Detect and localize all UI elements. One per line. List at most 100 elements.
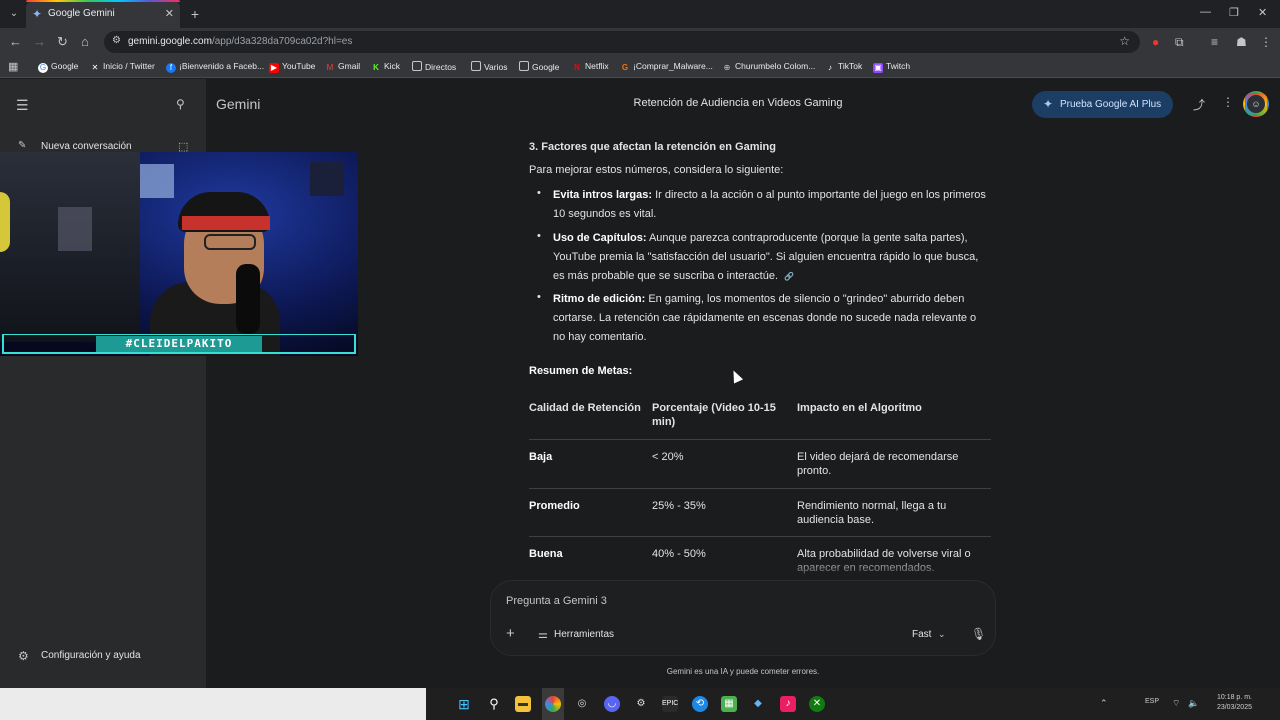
forward-icon[interactable]: → <box>33 34 46 50</box>
new-chat-button[interactable]: Nueva conversación <box>41 141 132 152</box>
bookmark-malware[interactable]: G ¡Comprar_Malware... <box>620 61 713 73</box>
glasses <box>204 234 256 250</box>
bookmark-twitch[interactable]: ▣ Twitch <box>873 61 910 73</box>
clock[interactable]: 10:18 p. m. 23/03/2025 <box>1206 693 1252 713</box>
clock-time: 10:18 p. m. <box>1216 694 1252 701</box>
new-tab-button[interactable]: + <box>186 5 204 23</box>
minecraft-icon[interactable]: ▦ <box>721 696 737 712</box>
table-divider <box>529 439 991 440</box>
tray-chevron-icon[interactable]: ⌃ <box>1100 698 1108 709</box>
share-icon[interactable]: ⤴ <box>1193 96 1205 113</box>
table-cell: El video dejará de recomendarse pronto. <box>797 451 959 477</box>
conversation-title[interactable]: Retención de Audiencia en Videos Gaming <box>548 97 928 109</box>
tab-close-icon[interactable]: ✕ <box>165 6 174 22</box>
home-icon[interactable]: ⌂ <box>81 34 89 50</box>
tools-icon[interactable]: ⚌ <box>538 628 548 641</box>
chevron-down-icon[interactable]: ⌄ <box>938 629 946 640</box>
file-explorer-icon[interactable]: ▬ <box>515 696 531 712</box>
extension-red-icon[interactable]: ● <box>1152 34 1159 50</box>
cam-poster <box>140 164 174 198</box>
menu-icon[interactable]: ☰ <box>16 97 29 114</box>
browser-menu-icon[interactable]: ⋮ <box>1260 34 1272 50</box>
table-cell: Baja <box>529 451 553 463</box>
gemini-brand[interactable]: Gemini <box>216 96 260 112</box>
search-icon[interactable]: ⚲ <box>176 97 185 111</box>
bookmark-varios[interactable]: Varios <box>471 61 507 72</box>
microphone <box>236 264 260 334</box>
webcam-overlay: #CLEIDELPAKITO <box>0 152 358 356</box>
back-icon[interactable]: ← <box>9 34 22 50</box>
apps-grid-icon[interactable]: ▦ <box>8 60 18 73</box>
bookmark-star-icon[interactable]: ☆ <box>1119 34 1130 48</box>
minimize-icon[interactable]: — <box>1200 6 1211 18</box>
source-link-icon[interactable]: 🔗 <box>784 267 794 286</box>
tools-button[interactable]: Herramientas <box>554 629 614 640</box>
add-files-icon[interactable]: + <box>506 626 515 642</box>
table-cell: < 20% <box>652 451 684 463</box>
bookmark-google[interactable]: G Google <box>38 61 78 73</box>
media-control-icon[interactable]: ≡ <box>1211 34 1218 50</box>
settings-gear-icon[interactable]: ⚙ <box>18 649 29 663</box>
table-divider <box>529 536 991 537</box>
bookmark-label: Varios <box>484 62 508 72</box>
epic-games-icon[interactable]: EPIC <box>662 696 678 712</box>
settings-help-button[interactable]: Configuración y ayuda <box>41 650 141 661</box>
avatar-image: ☺ <box>1247 95 1265 113</box>
app-diamond-icon[interactable]: ◆ <box>750 696 766 712</box>
taskbar-search-icon[interactable]: ⚲ <box>486 696 502 712</box>
bookmark-youtube[interactable]: ▶ YouTube <box>269 61 315 73</box>
bullet-item: Uso de Capítulos: Aunque parezca contrap… <box>553 229 991 286</box>
more-options-icon[interactable]: ⋮ <box>1222 95 1234 109</box>
bookmark-kick[interactable]: K Kick <box>371 61 400 73</box>
browser-tab[interactable]: ✦ Google Gemini ✕ <box>26 0 180 28</box>
extensions-puzzle-icon[interactable]: ⧉ <box>1175 34 1184 50</box>
volume-icon[interactable]: 🔈 <box>1188 698 1199 709</box>
address-bar[interactable]: ⚙ gemini.google.com/app/d3a328da709ca02d… <box>104 31 1140 53</box>
bookmark-gmail[interactable]: M Gmail <box>325 61 361 73</box>
folder-icon <box>471 61 481 71</box>
bookmark-churumbelo[interactable]: ⊕ Churumbelo Colom... <box>722 61 816 73</box>
table-cell: Rendimiento normal, llega a tu audiencia… <box>797 500 947 526</box>
new-chat-icon[interactable]: ✎ <box>18 140 26 151</box>
app-pink-icon[interactable]: ♪ <box>780 696 796 712</box>
chrome-icon[interactable] <box>545 696 561 712</box>
bookmark-label: TikTok <box>838 61 863 71</box>
steam-icon[interactable]: ⚙ <box>633 696 649 712</box>
gmail-icon: M <box>326 63 334 72</box>
upgrade-button[interactable]: ✦ Prueba Google AI Plus <box>1032 91 1173 118</box>
bookmark-facebook[interactable]: f ¡Bienvenido a Faceb... <box>166 61 264 73</box>
window-close-icon[interactable]: ✕ <box>1258 6 1267 19</box>
windows-start-icon[interactable]: ⊞ <box>456 696 472 712</box>
xbox-icon[interactable]: ✕ <box>809 696 825 712</box>
bookmark-tiktok[interactable]: ♪ TikTok <box>825 61 862 73</box>
section-title: 3. Factores que afectan la retención en … <box>529 141 776 153</box>
maximize-icon[interactable]: ❐ <box>1229 6 1239 19</box>
url-path: /app/d3a328da709ca02d?hl=es <box>211 36 353 47</box>
g-orange-icon: G <box>621 63 629 72</box>
discord-icon[interactable]: ◡ <box>604 696 620 712</box>
bookmark-label: ¡Bienvenido a Faceb... <box>179 61 265 71</box>
bookmark-google-folder[interactable]: Google <box>519 61 559 72</box>
bookmark-label: Twitch <box>886 61 911 71</box>
app-icon[interactable]: ◎ <box>574 696 590 712</box>
scroll-fade <box>529 556 991 578</box>
tab-indicator <box>26 0 180 2</box>
google-icon: G <box>38 63 48 73</box>
model-selector[interactable]: Fast <box>912 629 931 640</box>
disclaimer-text: Gemini es una IA y puede cometer errores… <box>666 667 820 676</box>
bookmark-netflix[interactable]: N Netflix <box>572 61 609 73</box>
bookmark-directos[interactable]: Directos <box>412 61 456 72</box>
bookmark-label: ¡Comprar_Malware... <box>633 61 713 71</box>
prompt-input[interactable]: Pregunta a Gemini 3 <box>506 595 607 607</box>
reload-icon[interactable]: ↻ <box>57 34 68 50</box>
bookmark-twitter[interactable]: ✕ Inicio / Twitter <box>90 61 155 73</box>
language-indicator[interactable]: ESP <box>1145 698 1159 705</box>
prompt-box[interactable]: Pregunta a Gemini 3 + ⚌ Herramientas Fas… <box>490 580 996 656</box>
wifi-icon[interactable]: ⌔ <box>1172 698 1180 709</box>
tab-search-icon[interactable]: ⌄ <box>4 4 24 24</box>
site-info-icon[interactable]: ⚙ <box>112 35 121 46</box>
microphone-icon[interactable]: 🎙 <box>971 627 986 641</box>
avatar[interactable]: ☺ <box>1243 91 1269 117</box>
profile-icon[interactable]: ☗ <box>1236 34 1247 50</box>
app-blue-icon[interactable]: ⟲ <box>692 696 708 712</box>
